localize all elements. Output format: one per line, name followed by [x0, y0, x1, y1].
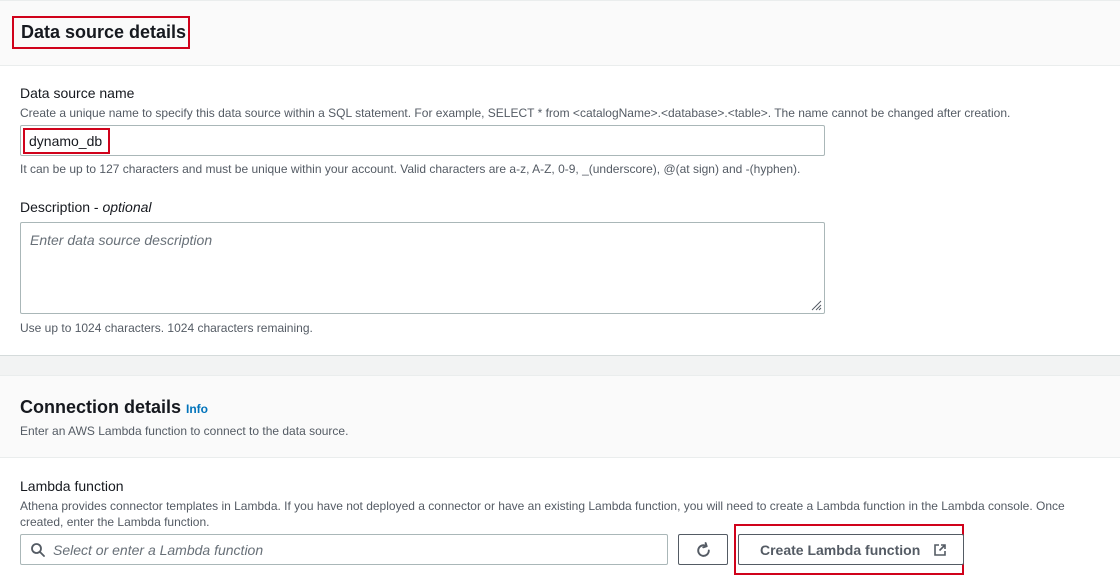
resize-handle-icon[interactable]	[810, 299, 822, 311]
create-lambda-function-label: Create Lambda function	[760, 542, 921, 558]
section-title: Connection details	[20, 397, 182, 417]
data-source-name-input[interactable]: dynamo_db	[20, 125, 825, 156]
lambda-function-placeholder: Select or enter a Lambda function	[53, 542, 264, 558]
create-lambda-function-button[interactable]: Create Lambda function	[738, 534, 964, 565]
refresh-button[interactable]	[678, 534, 728, 565]
data-source-name-label: Data source name	[20, 85, 135, 101]
lambda-function-label: Lambda function	[20, 478, 124, 494]
optional-tag: optional	[102, 199, 152, 215]
description-placeholder: Enter data source description	[30, 232, 213, 248]
description-hint: Use up to 1024 characters. 1024 characte…	[20, 321, 313, 335]
data-source-name-value: dynamo_db	[29, 133, 103, 149]
info-link[interactable]: Info	[186, 402, 208, 416]
data-source-name-hint: It can be up to 127 characters and must …	[20, 162, 801, 176]
search-icon	[31, 543, 45, 557]
data-source-details-panel: Data source details Data source name Cre…	[0, 0, 1120, 356]
description-label-text: Description -	[20, 199, 103, 215]
data-source-details-header: Data source details	[0, 0, 1120, 66]
refresh-icon	[697, 542, 710, 557]
connection-details-panel: Connection details Info Enter an AWS Lam…	[0, 375, 1120, 586]
description-textarea[interactable]: Enter data source description	[20, 222, 825, 314]
description-label: Description - optional	[20, 199, 152, 215]
data-source-name-description: Create a unique name to specify this dat…	[20, 106, 1011, 120]
connection-subtitle: Enter an AWS Lambda function to connect …	[20, 424, 349, 438]
lambda-function-input[interactable]: Select or enter a Lambda function	[20, 534, 668, 565]
external-link-icon	[934, 544, 946, 556]
connection-details-header: Connection details Info Enter an AWS Lam…	[0, 376, 1120, 458]
section-title: Data source details	[21, 22, 187, 42]
